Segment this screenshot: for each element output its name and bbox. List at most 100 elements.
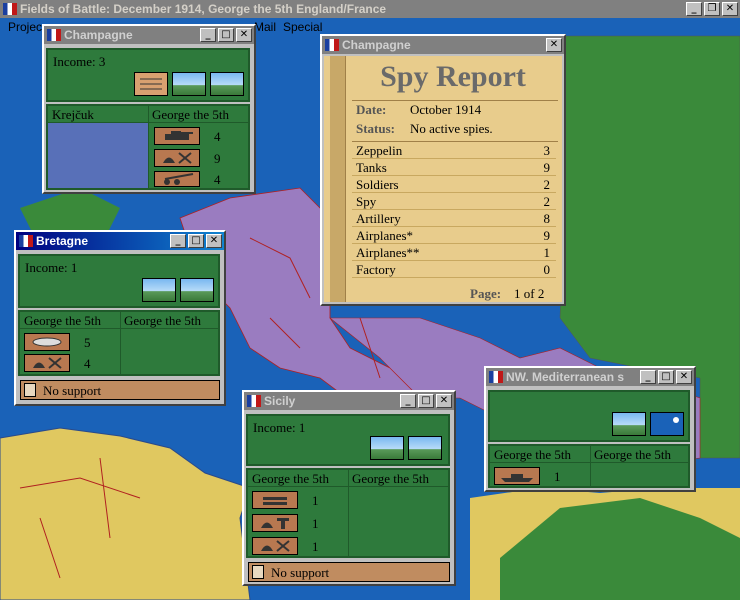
minimize-button[interactable]: _ [200, 28, 216, 42]
landscape-tank-icon[interactable] [210, 72, 244, 96]
paper-binding [330, 56, 346, 302]
income-label: Income: 1 [25, 260, 78, 275]
spy-row-value: 2 [543, 194, 551, 209]
support-flag-icon [252, 565, 264, 579]
forces-panel: George the 5th George the 5th 1 [488, 444, 690, 488]
close-button[interactable]: ✕ [436, 394, 452, 408]
sicily-title-bar[interactable]: Sicily _ □ ✕ [244, 392, 454, 410]
spy-report-paper: Spy Report Date: October 1914 Status: No… [324, 56, 562, 302]
landscape-icon[interactable] [172, 72, 206, 96]
menu-special[interactable]: Special [283, 18, 322, 36]
spy-icon[interactable] [252, 514, 298, 532]
right-owner: George the 5th [124, 313, 202, 328]
flag-icon [489, 371, 503, 383]
landscape-plane-icon[interactable] [142, 278, 176, 302]
spy-row-label: Artillery [356, 211, 401, 226]
right-owner: George the 5th [594, 447, 672, 462]
spy-row-label: Airplanes* [356, 228, 414, 243]
landscape-icon[interactable] [612, 412, 646, 436]
income-label: Income: 1 [253, 420, 306, 435]
spy-row-label: Soldiers [356, 177, 399, 192]
minimize-button[interactable]: _ [640, 370, 656, 384]
champagne-title-bar[interactable]: Champagne _ □ ✕ [44, 26, 254, 44]
forces-panel: George the 5th George the 5th 5 4 [18, 310, 220, 376]
spy-report-row: Airplanes* 9 [352, 227, 556, 244]
spy-report-heading: Spy Report [380, 60, 526, 93]
artillery-count: 4 [214, 172, 221, 187]
soldiers-count: 1 [312, 539, 319, 554]
menu-mail[interactable]: Mail [254, 18, 276, 36]
spy-row-label: Zeppelin [356, 143, 403, 158]
landscape-tank-icon[interactable] [180, 278, 214, 302]
zeppelin-icon[interactable] [24, 333, 70, 351]
spy-report-row: Spy 2 [352, 193, 556, 210]
maximize-button[interactable]: □ [418, 394, 434, 408]
landscape-icon[interactable] [370, 436, 404, 460]
close-button[interactable]: ✕ [676, 370, 692, 384]
bretagne-title: Bretagne [36, 234, 89, 248]
spy-count: 1 [312, 516, 319, 531]
sicily-title: Sicily [264, 394, 296, 408]
spy-report-window: Champagne ✕ Spy Report Date: October 191… [320, 34, 566, 306]
soldiers-icon[interactable] [154, 149, 200, 167]
battleship-icon[interactable] [494, 467, 540, 485]
spy-row-value: 8 [543, 211, 551, 226]
restore-button[interactable]: ❐ [704, 2, 720, 16]
support-bar[interactable]: No support [20, 380, 220, 400]
right-owner: George the 5th [352, 471, 430, 486]
menu-project[interactable]: Projec [8, 18, 42, 36]
maximize-button[interactable]: □ [188, 234, 204, 248]
support-bar[interactable]: No support [248, 562, 450, 582]
spy-row-value: 0 [543, 262, 551, 277]
minimize-button[interactable]: _ [686, 2, 702, 16]
minimize-button[interactable]: _ [400, 394, 416, 408]
left-owner: George the 5th [252, 471, 330, 486]
bretagne-title-bar[interactable]: Bretagne _ □ ✕ [16, 232, 224, 250]
date-label: Date: [356, 102, 387, 117]
spy-row-value: 9 [543, 228, 551, 243]
spy-report-row: Tanks 9 [352, 159, 556, 176]
income-panel: Income: 1 [246, 414, 450, 466]
spy-window-title: Champagne [342, 38, 411, 52]
flag-icon [47, 29, 61, 41]
spy-row-label: Tanks [356, 160, 387, 175]
income-label: Income: 3 [53, 54, 106, 69]
close-button[interactable]: ✕ [236, 28, 252, 42]
forces-panel: Krejčuk George the 5th 4 9 4 [46, 104, 250, 190]
champagne-window: Champagne _ □ ✕ Income: 3 Krejčuk George… [42, 24, 256, 194]
nw-mediterranean-title-bar[interactable]: NW. Mediterranean s _ □ ✕ [486, 368, 694, 386]
report-icon[interactable] [134, 72, 168, 96]
support-status: No support [43, 383, 102, 398]
airplane-icon[interactable] [252, 491, 298, 509]
tank-icon[interactable] [154, 127, 200, 145]
artillery-icon[interactable] [154, 171, 200, 187]
spy-row-label: Spy [356, 194, 377, 209]
minimize-button[interactable]: _ [170, 234, 186, 248]
status-label: Status: [356, 121, 396, 136]
spy-report-row: Soldiers 2 [352, 176, 556, 193]
sicily-window: Sicily _ □ ✕ Income: 1 George the 5th Ge… [242, 390, 456, 586]
spy-report-title-bar[interactable]: Champagne ✕ [322, 36, 564, 54]
maximize-button[interactable]: □ [218, 28, 234, 42]
soldiers-icon[interactable] [24, 354, 70, 372]
landscape-tank-icon[interactable] [408, 436, 442, 460]
close-button[interactable]: ✕ [206, 234, 222, 248]
bretagne-window: Bretagne _ □ ✕ Income: 1 George the 5th … [14, 230, 226, 406]
report-date: October 1914 [410, 102, 482, 117]
page-number[interactable]: 1 of 2 [514, 286, 544, 302]
spy-row-label: Factory [356, 262, 396, 277]
nw-mediterranean-window: NW. Mediterranean s _ □ ✕ George the 5th… [484, 366, 696, 492]
enemy-column [48, 123, 148, 188]
close-button[interactable]: ✕ [546, 38, 562, 52]
flag-icon [19, 235, 33, 247]
zeppelin-count: 5 [84, 335, 91, 350]
spy-report-list: Zeppelin 3 Tanks 9 Soldiers 2 Spy 2 Artillery 8 Ai… [352, 142, 556, 278]
close-button[interactable]: ✕ [722, 2, 738, 16]
forces-panel: George the 5th George the 5th 1 1 1 [246, 468, 450, 558]
sea-icon[interactable] [650, 412, 684, 436]
soldiers-icon[interactable] [252, 537, 298, 555]
app-flag-icon [3, 3, 17, 15]
support-flag-icon [24, 383, 36, 397]
support-status: No support [271, 565, 330, 580]
maximize-button[interactable]: □ [658, 370, 674, 384]
